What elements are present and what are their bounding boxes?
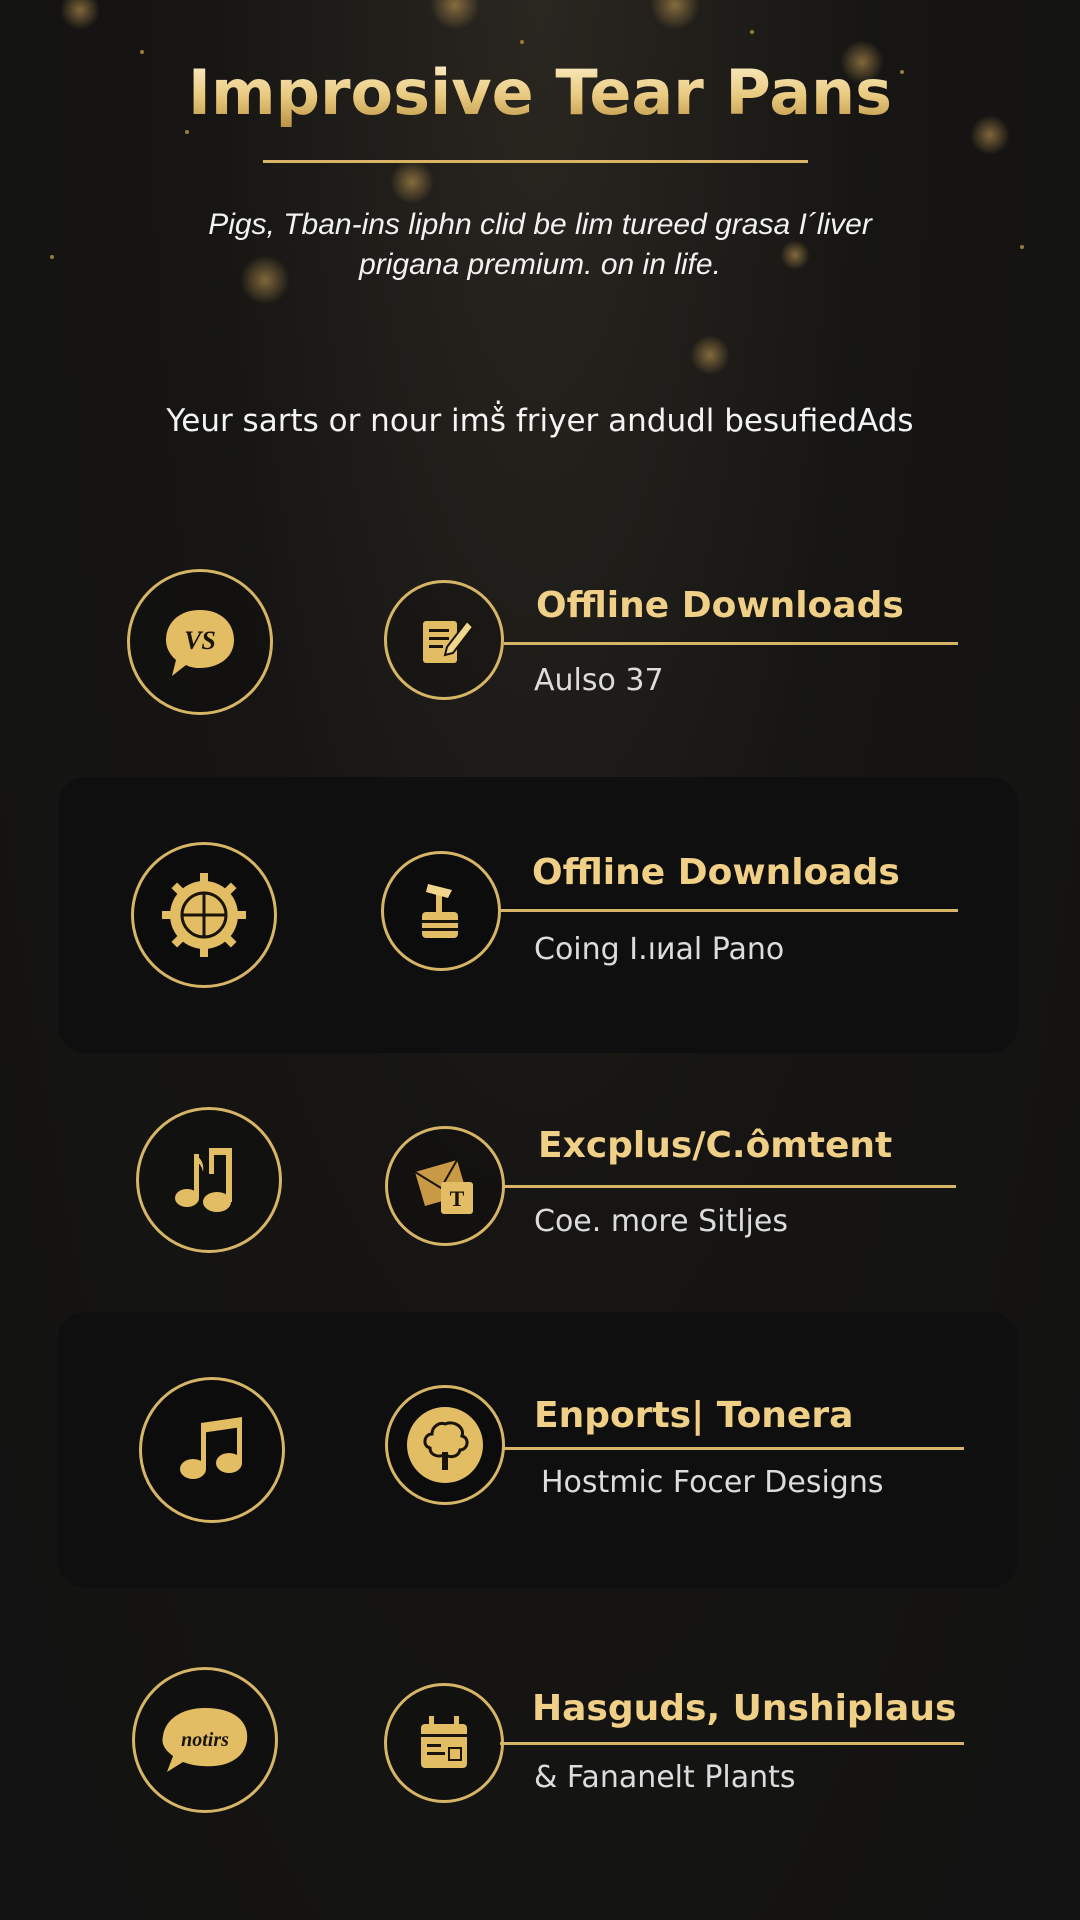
title-divider xyxy=(263,160,808,163)
feature-title: Hasguds, Unshiplaus xyxy=(532,1688,957,1729)
feature-title: Offline Downloads xyxy=(532,852,900,893)
page-title: Improsive Tear Pans xyxy=(0,56,1080,129)
svg-text:T: T xyxy=(450,1186,465,1211)
sparkle xyxy=(690,335,730,375)
feature-subtitle: Hostmic Focer Designs xyxy=(541,1465,884,1500)
envelope-icon: T xyxy=(385,1126,505,1246)
notes-bubble-icon: notirs xyxy=(132,1667,278,1813)
feature-divider xyxy=(504,1185,956,1188)
subtitle-line: Pigs, Tban-ins liphn clid be lim tureed … xyxy=(208,208,872,241)
feature-divider xyxy=(504,642,958,645)
feature-divider xyxy=(500,909,958,912)
sparkle-dot xyxy=(140,50,144,54)
sparkle-dot xyxy=(185,130,189,134)
feature-subtitle: & Fananelt Plants xyxy=(534,1760,796,1795)
feature-divider xyxy=(500,1742,964,1745)
document-edit-icon xyxy=(384,580,504,700)
vs-speech-bubble-icon: VS xyxy=(127,569,273,715)
stamp-icon xyxy=(381,851,501,971)
feature-subtitle: Aulso 37 xyxy=(534,663,664,698)
feature-title: Offline Downloads xyxy=(536,585,904,626)
feature-title: Excplus/C.ômtent xyxy=(538,1125,893,1166)
sparkle xyxy=(60,0,100,30)
sparkle xyxy=(390,160,434,204)
sparkle-dot xyxy=(750,30,754,34)
tree-icon xyxy=(385,1385,505,1505)
calendar-icon xyxy=(384,1683,504,1803)
feature-divider xyxy=(502,1447,964,1450)
feature-subtitle: Coing I.ıиal Pano xyxy=(534,932,785,967)
feature-title: Enports| Tonera xyxy=(534,1395,854,1436)
notes-label: notirs xyxy=(181,1729,229,1751)
page-subtitle: Pigs, Tban-ins liphn clid be lim tureed … xyxy=(140,205,940,285)
subtitle-line: prigana premium. on in life. xyxy=(359,248,721,281)
vs-label: VS xyxy=(184,626,216,655)
sparkle xyxy=(430,0,480,30)
feature-subtitle: Coe. more Sitljes xyxy=(534,1204,788,1239)
sparkle xyxy=(650,0,700,30)
gear-seal-icon xyxy=(131,842,277,988)
sparkle-dot xyxy=(1020,245,1024,249)
music-notes-icon xyxy=(136,1107,282,1253)
music-note-icon xyxy=(139,1377,285,1523)
sparkle-dot xyxy=(520,40,524,44)
tagline: Yeur sarts or nour imṧ friyer andudl bes… xyxy=(166,403,914,439)
sparkle-dot xyxy=(50,255,54,259)
